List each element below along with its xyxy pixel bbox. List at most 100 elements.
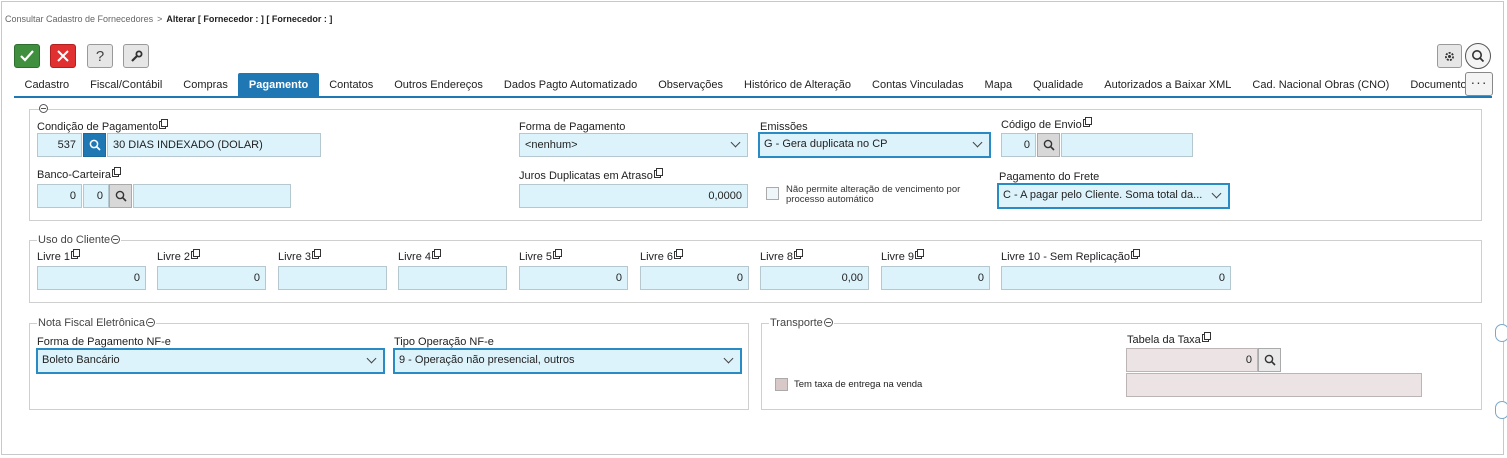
condicao-description-input[interactable]: 30 DIAS INDEXADO (DOLAR) xyxy=(107,133,321,157)
collapse-payment-icon[interactable] xyxy=(39,104,48,113)
confirm-button[interactable] xyxy=(14,44,40,68)
forma-pagamento-value: <nenhum> xyxy=(525,139,578,151)
livre-label-text: Livre 9 xyxy=(881,251,915,263)
banco-description-input[interactable] xyxy=(133,184,291,208)
copy-icon[interactable] xyxy=(915,249,925,259)
copy-icon[interactable] xyxy=(1201,332,1211,342)
livre-input-5[interactable]: 0 xyxy=(640,266,749,290)
collapse-transporte-icon[interactable] xyxy=(823,318,833,327)
banco-input[interactable]: 0 xyxy=(37,184,82,208)
livre-input-2[interactable] xyxy=(278,266,387,290)
collapse-nfe-icon[interactable] xyxy=(146,318,155,327)
livre-input-6[interactable]: 0,00 xyxy=(760,266,869,290)
copy-icon[interactable] xyxy=(1131,249,1141,259)
tools-button[interactable] xyxy=(123,44,149,68)
livre-input-7[interactable]: 0 xyxy=(881,266,990,290)
side-expand-icon[interactable] xyxy=(1495,401,1507,419)
frete-select[interactable]: C - A pagar pelo Cliente. Soma total da.… xyxy=(997,183,1230,209)
nao-permite-checkbox[interactable] xyxy=(766,187,779,200)
tab-3[interactable]: Pagamento xyxy=(238,73,319,97)
tabela-taxa-label-text: Tabela da Taxa xyxy=(1127,334,1201,346)
frete-label: Pagamento do Frete xyxy=(999,171,1100,183)
tab-8[interactable]: Histórico de Alteração xyxy=(734,73,862,97)
transporte-title: Transporte xyxy=(769,317,834,329)
tab-0[interactable]: Cadastro xyxy=(14,73,80,97)
livre-label-7: Livre 9 xyxy=(881,249,925,263)
tab-11[interactable]: Qualidade xyxy=(1023,73,1094,97)
copy-icon[interactable] xyxy=(674,249,684,259)
tab-5[interactable]: Outros Endereços xyxy=(384,73,494,97)
copy-icon[interactable] xyxy=(794,249,804,259)
livre-label-text: Livre 6 xyxy=(640,251,674,263)
livre-label-8: Livre 10 - Sem Replicação xyxy=(1001,249,1141,263)
tabela-taxa-label: Tabela da Taxa xyxy=(1127,332,1211,346)
livre-label-6: Livre 8 xyxy=(760,249,804,263)
search-icon xyxy=(115,190,127,202)
banco-search-button[interactable] xyxy=(109,184,132,208)
more-tabs-button[interactable]: ··· xyxy=(1465,72,1493,96)
tab-6[interactable]: Dados Pagto Automatizado xyxy=(493,73,647,97)
transporte-title-text: Transporte xyxy=(770,317,823,329)
tabela-taxa-description-input[interactable] xyxy=(1126,373,1422,397)
frete-value: C - A pagar pelo Cliente. Soma total da.… xyxy=(1003,189,1203,201)
collapse-uso-cliente-icon[interactable] xyxy=(111,235,121,244)
nfe-forma-value: Boleto Bancário xyxy=(42,354,120,366)
livre-input-1[interactable]: 0 xyxy=(157,266,266,290)
settings-button[interactable] xyxy=(1437,44,1462,68)
copy-icon[interactable] xyxy=(111,167,121,177)
codigo-envio-input[interactable]: 0 xyxy=(1001,133,1036,157)
livre-input-4[interactable]: 0 xyxy=(519,266,628,290)
copy-icon[interactable] xyxy=(432,249,442,259)
breadcrumb-parent-link[interactable]: Consultar Cadastro de Fornecedores xyxy=(5,14,153,24)
taxa-entrega-checkbox[interactable] xyxy=(775,378,788,391)
condicao-search-button[interactable] xyxy=(83,133,106,157)
carteira-input[interactable]: 0 xyxy=(83,184,109,208)
tab-10[interactable]: Mapa xyxy=(974,73,1023,97)
tab-14[interactable]: Documentos Anexos xyxy=(1400,73,1474,97)
livre-input-8[interactable]: 0 xyxy=(1001,266,1231,290)
help-button[interactable]: ? xyxy=(87,44,113,68)
tabela-taxa-search-button[interactable] xyxy=(1258,348,1281,372)
tab-9[interactable]: Contas Vinculadas xyxy=(862,73,975,97)
codigo-envio-description-input[interactable] xyxy=(1061,133,1193,157)
tab-12[interactable]: Autorizados a Baixar XML xyxy=(1094,73,1242,97)
chevron-down-icon xyxy=(972,137,983,148)
tab-4[interactable]: Contatos xyxy=(319,73,384,97)
juros-input[interactable]: 0,0000 xyxy=(519,184,748,208)
juros-label-text: Juros Duplicatas em Atraso xyxy=(519,170,653,182)
cancel-button[interactable] xyxy=(50,44,76,68)
tab-13[interactable]: Cad. Nacional Obras (CNO) xyxy=(1242,73,1400,97)
copy-icon[interactable] xyxy=(1082,117,1092,127)
forma-pagamento-select[interactable]: <nenhum> xyxy=(519,133,748,157)
nfe-tipo-value: 9 - Operação não presencial, outros xyxy=(399,354,575,366)
copy-icon[interactable] xyxy=(159,119,169,129)
copy-icon[interactable] xyxy=(653,168,663,178)
copy-icon[interactable] xyxy=(312,249,322,259)
uso-cliente-title: Uso do Cliente xyxy=(37,234,122,246)
livre-label-text: Livre 5 xyxy=(519,251,553,263)
condicao-label-text: Condição de Pagamento xyxy=(37,121,159,133)
copy-icon[interactable] xyxy=(191,249,201,259)
copy-icon[interactable] xyxy=(553,249,563,259)
condicao-code-input[interactable]: 537 xyxy=(37,133,82,157)
tabela-taxa-input[interactable]: 0 xyxy=(1126,348,1258,372)
emissoes-select[interactable]: G - Gera duplicata no CP xyxy=(758,132,991,158)
livre-input-3[interactable] xyxy=(398,266,507,290)
livre-label-2: Livre 3 xyxy=(278,249,322,263)
breadcrumb: Consultar Cadastro de Fornecedores > Alter… xyxy=(5,14,332,24)
nao-permite-label-line2: processo automático xyxy=(786,194,874,205)
nfe-title-text: Nota Fiscal Eletrônica xyxy=(38,317,145,329)
tab-7[interactable]: Observações xyxy=(648,73,734,97)
livre-label-text: Livre 3 xyxy=(278,251,312,263)
banco-carteira-label-text: Banco-Carteira xyxy=(37,169,111,181)
livre-input-0[interactable]: 0 xyxy=(37,266,146,290)
help-label: ? xyxy=(95,47,105,65)
nfe-forma-select[interactable]: Boleto Bancário xyxy=(36,348,385,374)
tab-2[interactable]: Compras xyxy=(173,73,239,97)
nfe-tipo-select[interactable]: 9 - Operação não presencial, outros xyxy=(393,348,742,374)
tab-1[interactable]: Fiscal/Contábil xyxy=(80,73,173,97)
global-search-button[interactable] xyxy=(1465,43,1491,69)
copy-icon[interactable] xyxy=(71,249,81,259)
side-expand-icon[interactable] xyxy=(1495,324,1507,342)
codigo-envio-search-button[interactable] xyxy=(1037,133,1060,157)
